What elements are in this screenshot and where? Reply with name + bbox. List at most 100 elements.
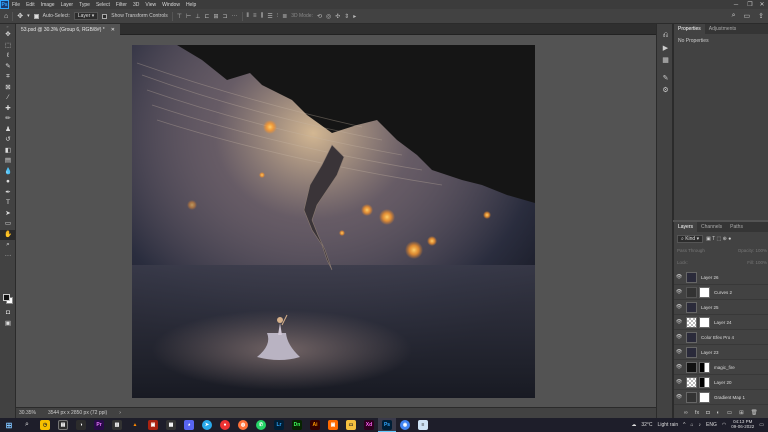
tab-properties[interactable]: Properties — [674, 24, 705, 34]
notifications-icon[interactable]: ▭ — [759, 422, 764, 428]
opacity-field[interactable]: Opacity: 100% — [738, 248, 767, 253]
layer-row[interactable]: 👁 Color Efex Pro 4 — [674, 330, 768, 345]
menu-file[interactable]: File — [9, 2, 23, 8]
layer-row[interactable]: 👁 Gradient Map 1 — [674, 390, 768, 405]
search-icon[interactable]: ⌕ — [732, 12, 736, 20]
frame-tool-icon[interactable]: ⊠ — [0, 83, 16, 94]
brush-tool-icon[interactable]: ✏ — [0, 114, 16, 125]
app-icon[interactable]: ▦ — [162, 418, 180, 432]
blur-tool-icon[interactable]: 💧 — [0, 167, 16, 178]
layer-row[interactable]: 👁 Layer 20 — [674, 375, 768, 390]
play-actions-icon[interactable]: ▶ — [657, 42, 674, 54]
screen-mode-icon[interactable]: ▣ — [0, 319, 16, 330]
zoom-tool-icon[interactable]: ⌕ — [0, 240, 16, 251]
tab-paths[interactable]: Paths — [726, 222, 747, 232]
history-brush-icon[interactable]: ↺ — [0, 135, 16, 146]
notepad-icon[interactable]: ≡ — [414, 418, 432, 432]
app-icon[interactable]: ▣ — [144, 418, 162, 432]
search-icon[interactable]: ⌕ — [18, 418, 36, 432]
close-tab-icon[interactable]: ✕ — [111, 27, 115, 33]
dodge-tool-icon[interactable]: ● — [0, 177, 16, 188]
distribute-icon[interactable]: ≣ — [282, 13, 287, 20]
eye-icon[interactable]: 👁 — [674, 274, 684, 280]
menu-layer[interactable]: Layer — [58, 2, 77, 8]
path-select-icon[interactable]: ➤ — [0, 209, 16, 220]
tab-channels[interactable]: Channels — [697, 222, 726, 232]
chevron-down-icon[interactable]: ▾ — [27, 13, 30, 19]
lasso-tool-icon[interactable]: ℓ — [0, 51, 16, 62]
eye-icon[interactable]: 👁 — [674, 304, 684, 310]
distribute-icon[interactable]: ≡ — [253, 13, 257, 19]
windows-start-icon[interactable]: ⊞ — [0, 418, 18, 432]
libraries-icon[interactable]: ▦ — [657, 54, 674, 66]
document-tab[interactable]: 53.psd @ 30.3% (Group 6, RGB/8#) * ✕ — [16, 24, 120, 35]
volume-icon[interactable]: ♪ — [699, 422, 702, 428]
menu-view[interactable]: View — [142, 2, 159, 8]
edit-toolbar-icon[interactable]: ··· — [0, 251, 16, 262]
auto-select-checkbox[interactable] — [33, 13, 39, 19]
close-icon[interactable]: ✕ — [756, 0, 768, 9]
tab-layers[interactable]: Layers — [674, 222, 698, 232]
healing-brush-icon[interactable]: ✚ — [0, 104, 16, 115]
layer-row[interactable]: 👁 Layer 24 — [674, 315, 768, 330]
menu-help[interactable]: Help — [183, 2, 199, 8]
quick-mask-icon[interactable]: ◘ — [0, 308, 16, 319]
file-explorer-icon[interactable]: ▭ — [342, 418, 360, 432]
discord-icon[interactable]: ◕ — [180, 418, 198, 432]
more-options-icon[interactable]: ··· — [232, 13, 238, 19]
3d-pan-icon[interactable]: ✣ — [335, 13, 340, 20]
app-icon[interactable]: ▣ — [324, 418, 342, 432]
foreground-color-swatch[interactable] — [3, 294, 10, 301]
distribute-icon[interactable]: ☰ — [267, 13, 272, 20]
wifi-icon[interactable]: ◠ — [722, 422, 726, 428]
lightroom-icon[interactable]: Lr — [270, 418, 288, 432]
telegram-icon[interactable]: ➤ — [198, 418, 216, 432]
align-bottom-icon[interactable]: ⊥ — [195, 13, 200, 20]
align-center-icon[interactable]: ⊞ — [213, 13, 218, 20]
home-icon[interactable]: ⌂ — [4, 13, 8, 20]
app-icon[interactable]: ◑ — [72, 418, 90, 432]
layer-row[interactable]: 👁 Curves 2 — [674, 285, 768, 300]
share-icon[interactable]: ⇪ — [758, 12, 764, 20]
app-icon[interactable]: ▧ — [108, 418, 126, 432]
pen-tool-icon[interactable]: ✒ — [0, 188, 16, 199]
layer-row[interactable]: 👁 Layer 25 — [674, 300, 768, 315]
distribute-icon[interactable]: ⫴ — [247, 13, 250, 20]
language-indicator[interactable]: ENG — [706, 422, 717, 428]
align-right-icon[interactable]: ⊐ — [222, 13, 227, 20]
workspace-icon[interactable]: ▭ — [744, 12, 751, 20]
illustrator-icon[interactable]: Ai — [306, 418, 324, 432]
zoom-level[interactable]: 30.35% — [19, 410, 36, 416]
document-canvas[interactable] — [132, 45, 535, 398]
gradient-tool-icon[interactable]: ▤ — [0, 156, 16, 167]
auto-select-dropdown[interactable]: Layer ▾ — [73, 12, 99, 20]
quick-select-tool-icon[interactable]: ✎ — [0, 62, 16, 73]
layer-row[interactable]: 👁 Layer 23 — [674, 345, 768, 360]
firefox-icon[interactable]: ◍ — [234, 418, 252, 432]
eye-icon[interactable]: 👁 — [674, 289, 684, 295]
menu-edit[interactable]: Edit — [23, 2, 38, 8]
weather-desc[interactable]: Light rain — [658, 422, 679, 428]
xd-icon[interactable]: Xd — [360, 418, 378, 432]
distribute-icon[interactable]: ⫶ — [277, 13, 279, 20]
whatsapp-icon[interactable]: ✆ — [252, 418, 270, 432]
stamp-tool-icon[interactable]: ♟ — [0, 125, 16, 136]
app-icon[interactable]: ● — [216, 418, 234, 432]
menu-image[interactable]: Image — [38, 2, 58, 8]
align-top-icon[interactable]: ⊤ — [177, 13, 182, 20]
eyedropper-tool-icon[interactable]: ⁄ — [0, 93, 16, 104]
menu-window[interactable]: Window — [159, 2, 183, 8]
eye-icon[interactable]: 👁 — [674, 334, 684, 340]
restore-icon[interactable]: ❐ — [744, 0, 756, 9]
3d-scale-icon[interactable]: ▸ — [353, 13, 356, 20]
photoshop-taskbar-icon[interactable]: Ps — [378, 418, 396, 432]
tab-adjustments[interactable]: Adjustments — [705, 24, 741, 34]
minimize-icon[interactable]: ─ — [730, 0, 742, 9]
new-group-icon[interactable]: ▭ — [727, 410, 732, 416]
chevron-right-icon[interactable]: › — [119, 410, 121, 416]
eye-icon[interactable]: 👁 — [674, 379, 684, 385]
menu-filter[interactable]: Filter — [113, 2, 130, 8]
network-icon[interactable]: ⌂ — [690, 422, 693, 428]
eye-icon[interactable]: 👁 — [674, 319, 684, 325]
menu-select[interactable]: Select — [93, 2, 113, 8]
